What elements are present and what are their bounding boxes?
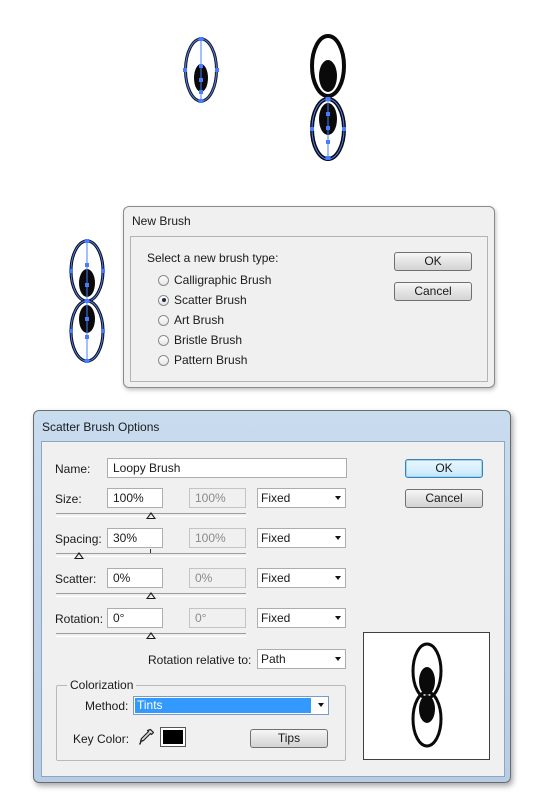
spacing-slider-thumb[interactable] [74, 552, 84, 559]
spacing-max-input: 100% [189, 528, 246, 548]
brush-type-panel: Select a new brush type: Calligraphic Br… [130, 236, 488, 382]
rotation-slider-thumb[interactable] [146, 632, 156, 639]
key-color-swatch[interactable] [160, 727, 186, 747]
spacing-method-select[interactable]: Fixed [257, 528, 346, 548]
spacing-slider-track[interactable] [56, 553, 246, 557]
chevron-down-icon [318, 703, 324, 707]
radio-calligraphic-brush[interactable]: Calligraphic Brush [158, 273, 271, 287]
radio-bristle-brush[interactable]: Bristle Brush [158, 333, 242, 347]
select-value: Fixed [261, 491, 291, 505]
loopy-brush-preview-icon [411, 642, 443, 748]
radio-button-icon[interactable] [158, 314, 169, 326]
radio-label: Art Brush [174, 313, 225, 327]
chevron-down-icon [335, 616, 341, 620]
radio-label: Bristle Brush [174, 333, 243, 347]
key-color-fill [163, 730, 183, 744]
radio-button-icon[interactable] [158, 274, 169, 286]
select-value: Path [261, 652, 286, 666]
method-label: Method: [85, 699, 129, 713]
loopy-brush-selected-artwork[interactable] [67, 239, 107, 365]
scatter-method-select[interactable]: Fixed [257, 568, 346, 588]
select-value: Tints [135, 698, 311, 713]
radio-scatter-brush[interactable]: Scatter Brush [158, 293, 247, 307]
select-value: Fixed [261, 571, 291, 585]
rotation-relative-label: Rotation relative to: [148, 653, 252, 667]
chevron-down-icon [335, 657, 341, 661]
size-label: Size: [55, 492, 82, 506]
rotation-relative-select[interactable]: Path [257, 649, 346, 669]
scatter-label: Scatter: [55, 572, 97, 586]
chevron-down-icon [335, 496, 341, 500]
new-brush-dialog: New Brush Select a new brush type: Calli… [123, 206, 495, 388]
size-method-select[interactable]: Fixed [257, 488, 346, 508]
rotation-method-select[interactable]: Fixed [257, 608, 346, 628]
cancel-button[interactable]: Cancel [405, 489, 483, 508]
select-value: Fixed [261, 611, 291, 625]
radio-label: Pattern Brush [174, 353, 248, 367]
radio-label: Scatter Brush [174, 293, 247, 307]
colorization-label: Colorization [67, 678, 137, 692]
scatter-slider-thumb[interactable] [146, 592, 156, 599]
cancel-button[interactable]: Cancel [394, 282, 472, 301]
chevron-down-icon [335, 536, 341, 540]
dialog-title: Scatter Brush Options [42, 420, 160, 434]
dialog-body: Name: Loopy Brush Size: 100% 100% Fixed … [41, 441, 505, 777]
rotation-max-input: 0° [189, 608, 246, 628]
radio-button-selected-icon[interactable] [158, 294, 169, 306]
key-color-label: Key Color: [73, 732, 130, 746]
rotation-input[interactable]: 0° [107, 608, 163, 628]
spacing-input[interactable]: 30% [107, 528, 163, 548]
brush-type-prompt: Select a new brush type: [147, 251, 279, 265]
radio-pattern-brush[interactable]: Pattern Brush [158, 353, 247, 367]
size-slider-thumb[interactable] [146, 512, 156, 519]
brush-preview [363, 632, 490, 760]
radio-button-icon[interactable] [158, 354, 169, 366]
ok-button[interactable]: OK [394, 252, 472, 271]
slider-tick [150, 549, 151, 553]
radio-art-brush[interactable]: Art Brush [158, 313, 224, 327]
size-max-input: 100% [189, 488, 246, 508]
colorization-method-select[interactable]: Tints [133, 696, 329, 715]
spacing-label: Spacing: [55, 532, 102, 546]
scatter-max-input: 0% [189, 568, 246, 588]
scatter-brush-options-dialog: Scatter Brush Options Name: Loopy Brush … [33, 410, 511, 783]
chevron-down-icon [335, 576, 341, 580]
eyedropper-icon[interactable] [137, 727, 157, 747]
radio-label: Calligraphic Brush [174, 273, 272, 287]
loop-shape-selected[interactable] [181, 36, 221, 104]
select-value: Fixed [261, 531, 291, 545]
size-input[interactable]: 100% [107, 488, 163, 508]
brush-name-input[interactable]: Loopy Brush [107, 458, 347, 478]
rotation-label: Rotation: [55, 612, 104, 626]
tips-button[interactable]: Tips [250, 729, 328, 748]
radio-button-icon[interactable] [158, 334, 169, 346]
ok-button[interactable]: OK [405, 459, 483, 478]
scatter-input[interactable]: 0% [107, 568, 163, 588]
name-label: Name: [55, 462, 91, 476]
loopy-brush-artwork[interactable] [305, 34, 351, 162]
dialog-title: New Brush [132, 214, 191, 228]
